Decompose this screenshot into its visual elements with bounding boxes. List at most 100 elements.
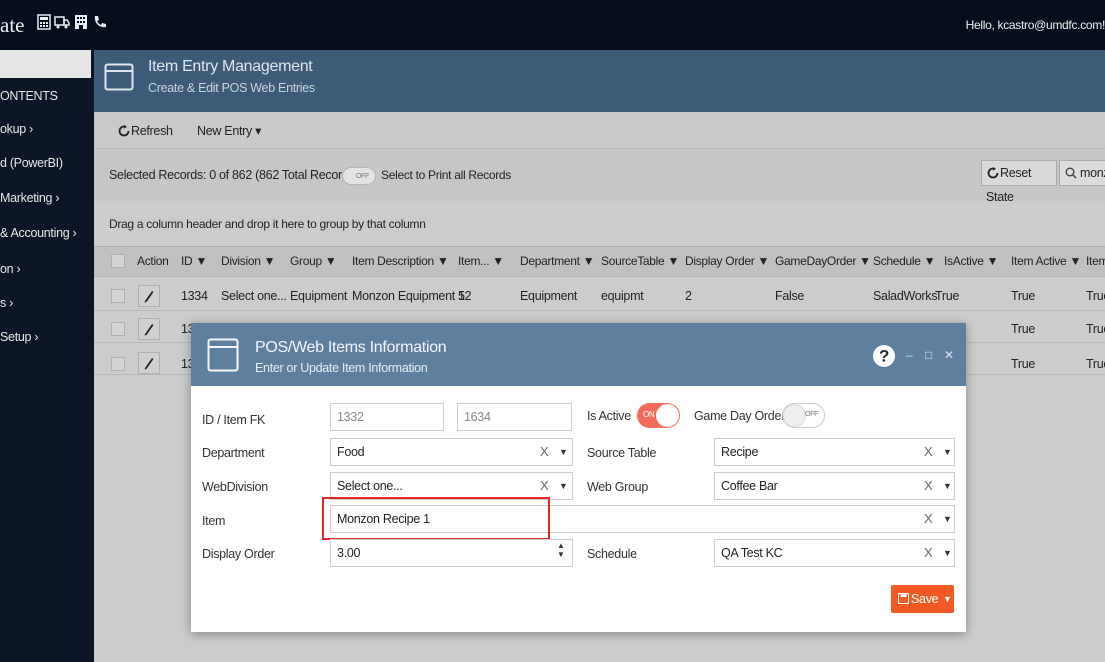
floppy-icon bbox=[898, 593, 909, 604]
sidebar-search-input[interactable] bbox=[0, 50, 91, 78]
column-header-sourcetable[interactable]: SourceTable ▼ bbox=[601, 254, 679, 268]
column-header-item-extra[interactable]: Item bbox=[1086, 254, 1105, 268]
column-header-id[interactable]: ID ▼ bbox=[181, 254, 207, 268]
source-table-select[interactable]: Recipe bbox=[714, 438, 955, 466]
column-header-schedule[interactable]: Schedule ▼ bbox=[873, 254, 936, 268]
refresh-button[interactable]: Refresh bbox=[118, 120, 173, 142]
toggle-knob bbox=[656, 404, 679, 427]
column-header-division[interactable]: Division ▼ bbox=[221, 254, 276, 268]
grid-search-input[interactable]: monz bbox=[1059, 160, 1105, 186]
select-all-checkbox[interactable] bbox=[111, 254, 125, 268]
cell-item-active: True bbox=[1011, 289, 1036, 303]
cell-isactive: True bbox=[935, 289, 960, 303]
phone-icon[interactable] bbox=[92, 14, 108, 32]
filter-icon[interactable]: ▼ bbox=[924, 254, 936, 268]
is-active-toggle[interactable]: ON bbox=[637, 403, 680, 428]
column-header-group[interactable]: Group ▼ bbox=[290, 254, 337, 268]
refresh-icon bbox=[118, 125, 130, 137]
truck-icon[interactable] bbox=[54, 14, 70, 32]
chevron-down-icon[interactable]: ▼ bbox=[943, 481, 952, 491]
refresh-label: Refresh bbox=[131, 124, 173, 138]
filter-icon[interactable]: ▼ bbox=[437, 254, 449, 268]
sidebar-item-lookup[interactable]: okup › bbox=[0, 122, 33, 136]
web-group-select[interactable]: Coffee Bar bbox=[714, 472, 955, 500]
filter-icon[interactable]: ▼ bbox=[1069, 254, 1081, 268]
filter-icon[interactable]: ▼ bbox=[492, 254, 504, 268]
chevron-down-icon[interactable]: ▼ bbox=[559, 481, 568, 491]
top-bar bbox=[0, 0, 1105, 50]
sidebar-item-setup[interactable]: Setup › bbox=[0, 330, 39, 344]
column-header-department[interactable]: Department ▼ bbox=[520, 254, 595, 268]
sidebar-item-reports[interactable]: s › bbox=[0, 296, 13, 310]
sidebar-item-accounting[interactable]: & Accounting › bbox=[0, 226, 77, 240]
chevron-down-icon[interactable]: ▼ bbox=[559, 447, 568, 457]
edit-button[interactable] bbox=[138, 318, 160, 340]
print-all-toggle[interactable]: OFF bbox=[342, 167, 376, 185]
stepper-arrows-icon[interactable]: ▲ ▼ bbox=[557, 541, 565, 559]
new-entry-dropdown[interactable]: New Entry ▾ bbox=[197, 120, 261, 142]
calculator-icon[interactable] bbox=[37, 14, 53, 32]
cell-display-order: 2 bbox=[685, 289, 692, 303]
chevron-down-icon[interactable]: ▼ bbox=[943, 447, 952, 457]
column-header-display-order[interactable]: Display Order ▼ bbox=[685, 254, 769, 268]
column-header-item[interactable]: Item... ▼ bbox=[458, 254, 504, 268]
cell-id: 1334 bbox=[181, 289, 208, 303]
column-header-item-description[interactable]: Item Description ▼ bbox=[352, 254, 449, 268]
building-icon[interactable] bbox=[74, 14, 90, 32]
save-button[interactable]: Save ▼ bbox=[891, 585, 954, 613]
clear-source-table-icon[interactable]: X bbox=[924, 444, 933, 459]
row-checkbox[interactable] bbox=[111, 357, 125, 371]
cell-sourcetable: equipmt bbox=[601, 289, 644, 303]
row-checkbox[interactable] bbox=[111, 289, 125, 303]
filter-icon[interactable]: ▼ bbox=[987, 254, 999, 268]
filter-icon[interactable]: ▼ bbox=[758, 254, 770, 268]
column-header-action[interactable]: Action bbox=[137, 254, 169, 268]
filter-icon[interactable]: ▼ bbox=[264, 254, 276, 268]
user-greeting[interactable]: Hello, kcastro@umdfc.com! bbox=[966, 18, 1105, 32]
clear-schedule-icon[interactable]: X bbox=[924, 545, 933, 560]
schedule-select[interactable]: QA Test KC bbox=[714, 539, 955, 567]
edit-button[interactable] bbox=[138, 352, 160, 374]
column-header-item-active[interactable]: Item Active ▼ bbox=[1011, 254, 1081, 268]
chevron-down-icon[interactable]: ▼ bbox=[943, 514, 952, 524]
department-select[interactable]: Food bbox=[330, 438, 573, 466]
reset-state-button[interactable]: Reset State bbox=[981, 160, 1057, 204]
clear-department-icon[interactable]: X bbox=[540, 444, 549, 459]
maximize-button[interactable]: □ bbox=[925, 348, 932, 362]
clear-webdivision-icon[interactable]: X bbox=[540, 478, 549, 493]
display-order-stepper[interactable]: 3.00 bbox=[330, 539, 573, 567]
filter-icon[interactable]: ▼ bbox=[195, 254, 207, 268]
cell-schedule: SaladWorks bbox=[873, 289, 938, 303]
row-checkbox[interactable] bbox=[111, 322, 125, 336]
pencil-icon bbox=[144, 358, 154, 370]
chevron-down-icon[interactable]: ▼ bbox=[943, 548, 952, 558]
edit-button[interactable] bbox=[138, 285, 160, 307]
webdivision-select[interactable]: Select one... bbox=[330, 472, 573, 500]
help-icon[interactable]: ? bbox=[872, 344, 896, 368]
column-header-gamedayorder[interactable]: GameDayOrder ▼ bbox=[775, 254, 871, 268]
filter-icon[interactable]: ▼ bbox=[667, 254, 679, 268]
label-source-table: Source Table bbox=[587, 446, 657, 460]
cell-item-active: True bbox=[1011, 322, 1036, 336]
close-button[interactable]: ✕ bbox=[944, 348, 954, 362]
sidebar-item-operation[interactable]: on › bbox=[0, 262, 21, 276]
filter-icon[interactable]: ▼ bbox=[859, 254, 871, 268]
toggle-on-label: ON bbox=[643, 410, 655, 419]
label-department: Department bbox=[202, 446, 265, 460]
filter-icon[interactable]: ▼ bbox=[583, 254, 595, 268]
sidebar-item-dashboard[interactable]: d (PowerBI) bbox=[0, 156, 63, 170]
chevron-down-icon[interactable]: ▼ bbox=[943, 585, 952, 613]
column-header-isactive[interactable]: IsActive ▼ bbox=[944, 254, 999, 268]
minimize-button[interactable]: – bbox=[906, 348, 913, 362]
clear-item-icon[interactable]: X bbox=[924, 511, 933, 526]
clear-web-group-icon[interactable]: X bbox=[924, 478, 933, 493]
cell-division: Select one... bbox=[221, 289, 287, 303]
label-webdivision: WebDivision bbox=[202, 480, 268, 494]
brand-logo[interactable]: ate bbox=[0, 13, 24, 38]
game-day-order-toggle[interactable]: OFF bbox=[782, 403, 825, 428]
filter-icon[interactable]: ▼ bbox=[325, 254, 337, 268]
page-subtitle: Create & Edit POS Web Entries bbox=[148, 81, 315, 95]
sidebar-item-marketing[interactable]: Marketing › bbox=[0, 191, 60, 205]
id-field: 1332 bbox=[330, 403, 444, 431]
svg-text:?: ? bbox=[879, 347, 889, 366]
